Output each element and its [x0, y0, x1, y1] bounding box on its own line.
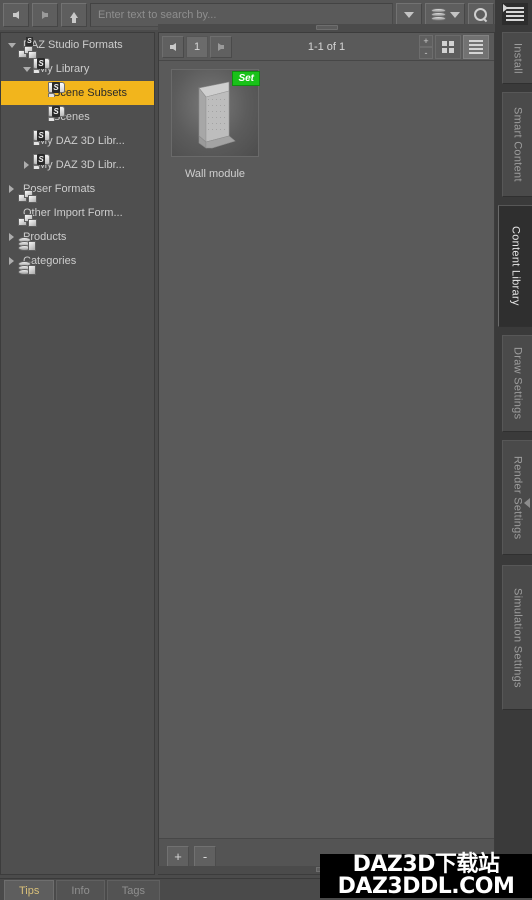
twisty-closed-icon[interactable]	[5, 233, 18, 241]
vertical-tab-draw-settings[interactable]: Draw Settings	[502, 335, 532, 432]
arrow-right-icon	[42, 11, 48, 19]
vertical-tab-smart-content[interactable]: Smart Content	[502, 92, 532, 197]
bottom-tab-info[interactable]: Info	[56, 880, 105, 900]
content-browser-toolbar: 1 1-1 of 1 + -	[159, 33, 494, 61]
bottom-tab-list: Tips Info Tags	[0, 880, 162, 900]
tree-item-categories[interactable]: Categories	[1, 249, 154, 275]
horizontal-splitter-bottom[interactable]	[158, 866, 495, 874]
arrow-up-icon	[70, 12, 78, 23]
bottom-tab-tips[interactable]: Tips	[4, 880, 55, 900]
twisty-closed-icon[interactable]	[20, 161, 33, 169]
nav-back-button[interactable]	[3, 3, 29, 27]
tree-item-daz-studio-formats[interactable]: S DAZ Studio Formats	[1, 33, 154, 59]
splitter-grip-icon	[315, 867, 338, 872]
twisty-open-icon[interactable]	[5, 42, 18, 48]
page-next-button[interactable]	[210, 35, 232, 58]
tree-item-my-daz-3d-libr[interactable]: S My DAZ 3D Libr...	[1, 153, 154, 177]
vertical-tab-install[interactable]: Install	[502, 32, 532, 84]
tree-item-label: DAZ Studio Formats	[23, 39, 123, 51]
list-view-icon	[469, 39, 483, 54]
tree-item-label: Other Import Form...	[23, 207, 123, 219]
content-browser-panel: 1 1-1 of 1 + - Set Wall module + -	[158, 32, 495, 875]
search-icon	[474, 8, 488, 22]
thumbnail-zoom-out-button[interactable]: -	[419, 46, 433, 59]
asset-item[interactable]: Set Wall module	[167, 69, 263, 180]
result-count-label: 1-1 of 1	[307, 40, 346, 53]
right-tab-strip: Install Smart Content Content Library Draw …	[495, 0, 532, 900]
asset-type-badge: Set	[232, 71, 260, 86]
bottom-tab-label: Tips	[19, 884, 40, 897]
splitter-grip-icon	[315, 25, 338, 30]
tree-item-scenes[interactable]: S Scenes	[1, 105, 154, 129]
asset-thumbnail[interactable]: Set	[171, 69, 260, 157]
page-number-field[interactable]: 1	[186, 35, 208, 58]
daz-studio-content-library-window: SDAZ Studio FormatsSMy LibrarySScene Sub…	[0, 0, 532, 900]
bottom-tab-strip: Tips Info Tags	[0, 878, 532, 900]
chevron-down-icon	[404, 12, 414, 18]
tree-item-scene-subsets[interactable]: S Scene Subsets	[1, 81, 154, 105]
twisty-closed-icon[interactable]	[5, 185, 18, 193]
remove-folder-button[interactable]: -	[194, 845, 216, 868]
vertical-tab-content-library[interactable]: Content Library	[498, 205, 532, 327]
vertical-tab-simulation-settings[interactable]: Simulation Settings	[502, 565, 532, 710]
collapse-panel-arrow-icon[interactable]	[524, 498, 530, 508]
nav-forward-button[interactable]	[32, 3, 58, 27]
tree-item-my-library[interactable]: S My Library	[1, 57, 154, 81]
arrow-right-icon	[218, 42, 224, 51]
thumbnail-zoom-in-button[interactable]: +	[419, 34, 433, 47]
add-folder-button[interactable]: +	[167, 845, 189, 868]
panel-menu-icon[interactable]	[502, 3, 528, 25]
page-previous-button[interactable]	[162, 35, 184, 58]
bottom-tab-tags[interactable]: Tags	[106, 880, 160, 900]
vertical-tab-label: Render Settings	[511, 455, 524, 540]
tree-item-label: My DAZ 3D Libr...	[38, 159, 125, 171]
twisty-open-icon[interactable]	[20, 66, 33, 72]
tree-item-products[interactable]: Products	[1, 225, 154, 251]
asset-grid[interactable]: Set Wall module	[159, 61, 494, 838]
content-tree-panel[interactable]: S DAZ Studio Formats S My Library S Scene Sub…	[0, 32, 155, 875]
bottom-tab-label: Info	[71, 884, 90, 897]
vertical-tab-label: Draw Settings	[511, 347, 524, 420]
vertical-tab-label: Content Library	[509, 226, 522, 306]
list-view-button[interactable]	[463, 34, 489, 59]
tree-item-other-import-form[interactable]: Other Import Form...	[1, 201, 154, 227]
horizontal-splitter-top[interactable]	[158, 24, 495, 32]
tree-item-label: Poser Formats	[23, 183, 96, 195]
twisty-closed-icon[interactable]	[5, 257, 18, 265]
tree-item-label: My DAZ 3D Libr...	[38, 135, 125, 147]
database-icon	[430, 8, 446, 22]
vertical-tab-label: Simulation Settings	[511, 587, 524, 688]
grid-view-icon	[442, 40, 454, 53]
bottom-tab-label: Tags	[121, 884, 145, 897]
chevron-down-icon	[449, 12, 460, 18]
vertical-tab-label: Smart Content	[511, 107, 524, 182]
content-tree-list: S DAZ Studio Formats S My Library S Scene Sub…	[1, 33, 154, 275]
thumbnail-size-stepper[interactable]: + -	[419, 34, 433, 59]
tree-item-poser-formats[interactable]: Poser Formats	[1, 177, 154, 203]
arrow-left-icon	[170, 42, 176, 51]
nav-up-button[interactable]	[61, 3, 87, 27]
vertical-tab-label: Install	[511, 42, 524, 74]
arrow-left-icon	[13, 11, 19, 19]
tree-item-my-daz-3d-libr[interactable]: S My DAZ 3D Libr...	[1, 129, 154, 153]
grid-view-button[interactable]	[435, 34, 461, 59]
asset-label: Wall module	[184, 168, 246, 180]
